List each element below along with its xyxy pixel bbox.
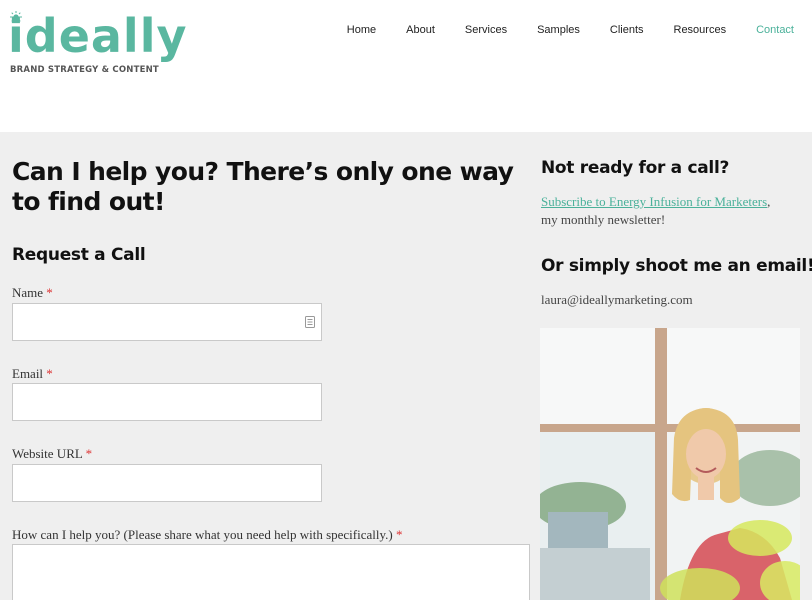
website-url-label-text: Website URL	[12, 446, 83, 461]
site-header: ideally BRAND STRATEGY & CONTENT Home Ab…	[0, 0, 812, 132]
newsletter-comma: ,	[767, 194, 771, 209]
nav-resources[interactable]: Resources	[674, 20, 727, 40]
name-label-text: Name	[12, 285, 44, 300]
contact-card-icon[interactable]	[305, 316, 315, 328]
sidebar-heading-email: Or simply shoot me an email!	[541, 256, 812, 276]
help-message-textarea[interactable]	[12, 544, 530, 600]
nav-contact[interactable]: Contact	[756, 20, 794, 40]
logo-wordmark: ideally	[8, 9, 188, 63]
nav-samples[interactable]: Samples	[537, 20, 580, 40]
site-logo[interactable]: ideally BRAND STRATEGY & CONTENT	[8, 10, 186, 75]
required-mark: *	[395, 527, 403, 542]
newsletter-blurb: Subscribe to Energy Infusion for Markete…	[541, 193, 770, 229]
contact-section: Can I help you? There’s only one way to …	[0, 132, 812, 600]
form-title: Request a Call	[12, 245, 146, 265]
contact-email[interactable]: laura@ideallymarketing.com	[541, 291, 693, 309]
name-field[interactable]	[12, 303, 322, 341]
newsletter-text: my monthly newsletter!	[541, 212, 666, 227]
website-url-label: Website URL *	[12, 446, 92, 462]
nav-clients[interactable]: Clients	[610, 20, 644, 40]
newsletter-link[interactable]: Subscribe to Energy Infusion for Markete…	[541, 194, 767, 209]
nav-services[interactable]: Services	[465, 20, 507, 40]
sun-icon	[10, 11, 22, 23]
sidebar-heading-call: Not ready for a call?	[541, 158, 730, 178]
help-message-label: How can I help you? (Please share what y…	[12, 527, 402, 543]
profile-photo-illustration	[540, 328, 800, 600]
required-mark: *	[46, 285, 53, 300]
email-label: Email *	[12, 366, 53, 382]
main-nav: Home About Services Samples Clients Reso…	[347, 20, 794, 40]
profile-photo	[540, 328, 800, 600]
nav-home[interactable]: Home	[347, 20, 376, 40]
name-label: Name *	[12, 285, 53, 301]
required-mark: *	[85, 446, 93, 461]
help-message-label-text: How can I help you? (Please share what y…	[12, 527, 393, 542]
website-url-field[interactable]	[12, 464, 322, 502]
email-field[interactable]	[12, 383, 322, 421]
required-mark: *	[46, 366, 53, 381]
page-title: Can I help you? There’s only one way to …	[12, 157, 514, 216]
logo-tagline: BRAND STRATEGY & CONTENT	[10, 65, 159, 75]
nav-about[interactable]: About	[406, 20, 435, 40]
email-label-text: Email	[12, 366, 44, 381]
